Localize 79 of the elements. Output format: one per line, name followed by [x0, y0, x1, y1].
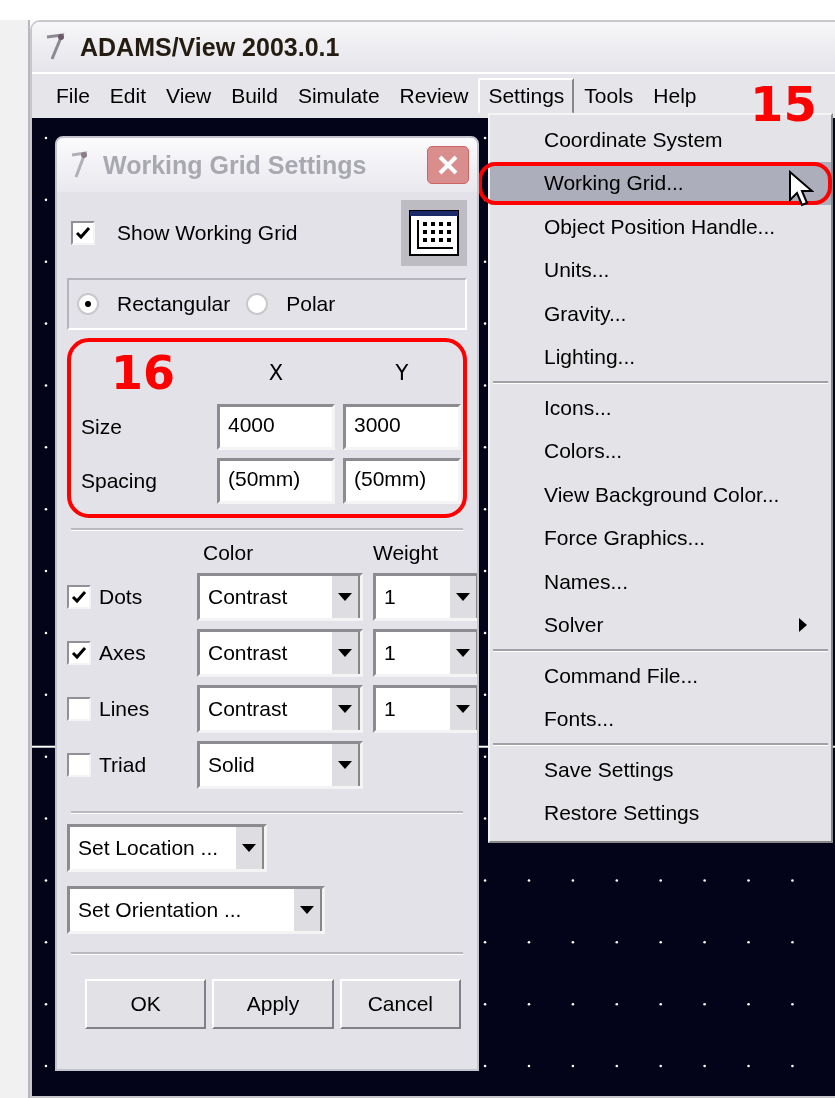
menu-item[interactable]: Build [221, 78, 288, 114]
dropdown[interactable]: Solid [197, 741, 363, 789]
checkmark-icon [71, 646, 87, 660]
menu-item[interactable]: File [46, 78, 100, 114]
column-header: Color [202, 541, 255, 565]
checkbox[interactable] [67, 585, 91, 609]
window-title: ADAMS/View 2003.0.1 [80, 32, 340, 62]
menu-item[interactable]: Command File... [490, 654, 831, 698]
radio-label: Rectangular [117, 292, 231, 316]
menu-item[interactable]: Tools [574, 78, 644, 114]
menu-item[interactable]: Review [389, 78, 479, 114]
menu-item[interactable]: Simulate [287, 78, 390, 114]
caret-icon [338, 593, 352, 601]
dropdown[interactable]: 1 [373, 629, 477, 677]
menu-item[interactable]: Fonts... [490, 697, 831, 741]
radio-label: Polar [286, 292, 336, 316]
caret-icon [338, 649, 352, 657]
checkmark-icon [75, 226, 91, 240]
radio-button[interactable] [77, 293, 99, 315]
column-header: Weight [373, 541, 439, 565]
input-field[interactable]: 4000 [217, 404, 335, 450]
menu-item[interactable]: Units... [490, 248, 831, 292]
menu-item[interactable]: Icons... [490, 386, 831, 430]
menu-item[interactable]: Names... [490, 560, 831, 604]
close-button[interactable] [427, 146, 469, 184]
checkbox[interactable] [71, 221, 95, 245]
grid-icon [409, 210, 459, 256]
dialog-title: Working Grid Settings [103, 150, 368, 180]
menu-item[interactable]: Restore Settings [490, 791, 831, 835]
dialog-button[interactable]: Cancel [339, 979, 461, 1029]
menu-item[interactable]: Help [643, 78, 707, 114]
menu-item[interactable]: Solver [490, 603, 831, 647]
menu-item[interactable]: Gravity... [490, 292, 831, 336]
menu-item[interactable]: Edit [99, 78, 157, 114]
dropdown[interactable]: Contrast [197, 573, 363, 621]
checkbox[interactable] [67, 641, 91, 665]
menu-item[interactable]: Force Graphics... [490, 516, 831, 560]
step-number: 15 [750, 80, 817, 128]
dropdown[interactable]: Set Location ... [67, 824, 267, 872]
field-label: Size [81, 415, 123, 439]
menu-item[interactable]: Save Settings [490, 748, 831, 792]
dropdown[interactable]: 1 [373, 685, 477, 733]
checkbox-label: Show Working Grid [117, 221, 298, 245]
input-field[interactable]: 3000 [343, 404, 461, 450]
menu-item[interactable]: View Background Color... [490, 473, 831, 517]
menu-item[interactable]: Colors... [490, 429, 831, 473]
column-header: Y [394, 361, 410, 385]
input-field[interactable]: (50mm) [217, 458, 335, 504]
checkbox[interactable] [67, 753, 91, 777]
checkbox-label: Dots [99, 585, 144, 609]
field-label: Spacing [81, 469, 158, 493]
cursor-icon [788, 170, 814, 208]
grid-button[interactable] [401, 200, 467, 266]
dropdown[interactable]: Contrast [197, 629, 363, 677]
menu-item[interactable]: View [156, 78, 222, 114]
checkbox-label: Triad [99, 753, 148, 777]
caret-icon [456, 593, 470, 601]
close-icon [437, 154, 459, 176]
step-number: 16 [110, 350, 176, 396]
menu-item[interactable]: Lighting... [490, 335, 831, 379]
menu-item[interactable]: Object Position Handle... [490, 205, 831, 249]
caret-icon [300, 906, 314, 914]
dropdown[interactable]: Set Orientation ... [67, 886, 325, 934]
caret-icon [338, 705, 352, 713]
dialog-button[interactable]: Apply [212, 979, 334, 1029]
checkbox[interactable] [67, 697, 91, 721]
checkbox-label: Lines [99, 697, 151, 721]
caret-icon [338, 761, 352, 769]
caret-icon [242, 844, 256, 852]
dropdown[interactable]: Contrast [197, 685, 363, 733]
checkmark-icon [71, 590, 87, 604]
checkbox-label: Axes [99, 641, 147, 665]
caret-icon [456, 649, 470, 657]
radio-button[interactable] [246, 293, 269, 315]
input-field[interactable]: (50mm) [343, 458, 461, 504]
caret-icon [456, 705, 470, 713]
column-header: X [267, 361, 285, 385]
dropdown[interactable]: 1 [373, 573, 477, 621]
dialog-button[interactable]: OK [85, 979, 207, 1029]
